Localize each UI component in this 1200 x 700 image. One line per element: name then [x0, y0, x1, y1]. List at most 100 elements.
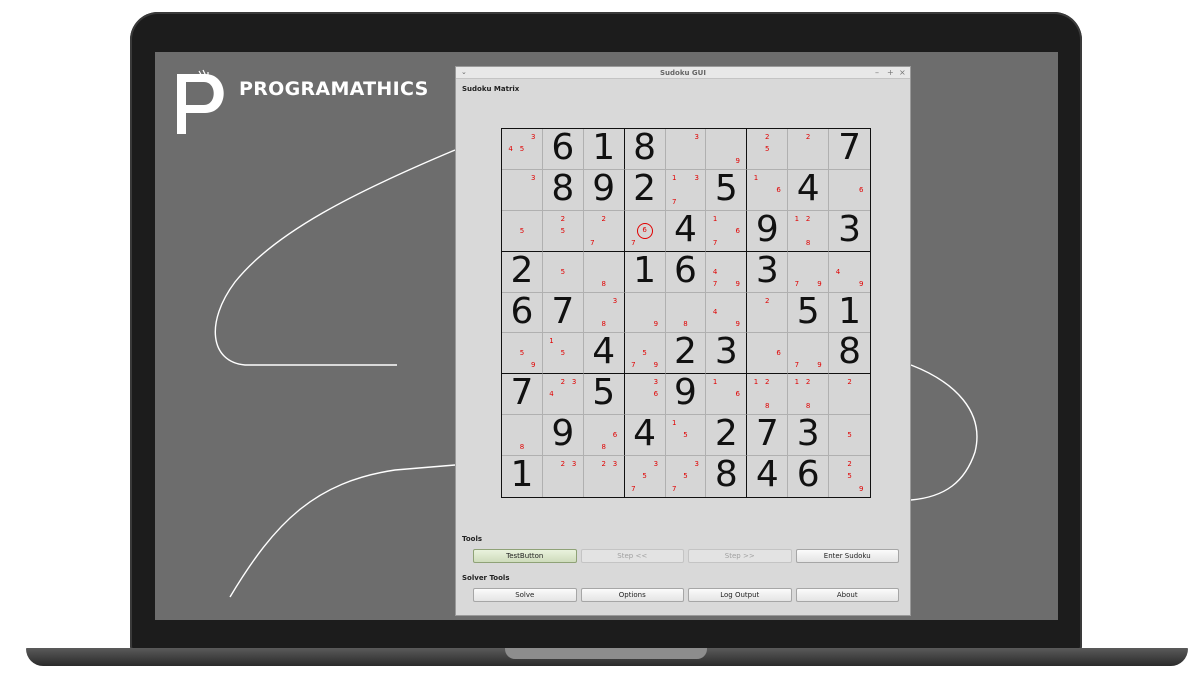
cell-value: 1 [838, 290, 861, 332]
sudoku-cell[interactable]: 16 [747, 169, 789, 211]
sudoku-cell[interactable]: 4 [665, 209, 707, 252]
cell-value: 5 [592, 372, 616, 414]
candidate-notes: 9 [625, 293, 665, 333]
sudoku-cell[interactable]: 1 [624, 250, 666, 293]
sudoku-cell[interactable]: 16 [706, 374, 748, 416]
sudoku-cell[interactable]: 7 [747, 413, 789, 457]
sudoku-cell[interactable]: 5 [542, 251, 584, 293]
sudoku-cell[interactable]: 2 [747, 292, 789, 334]
sudoku-cell[interactable]: 4 [788, 168, 830, 211]
sudoku-cell[interactable]: 68 [583, 415, 625, 457]
sudoku-cell[interactable]: 4 [624, 413, 666, 457]
sudoku-cell[interactable]: 12 8 [788, 374, 830, 416]
solve-button[interactable]: Solve [473, 588, 577, 602]
sudoku-cell[interactable]: 7 [829, 127, 870, 170]
sudoku-cell[interactable]: 6 [829, 170, 870, 211]
sudoku-cell[interactable]: 357 [625, 456, 666, 497]
sudoku-cell[interactable]: 3 [665, 129, 707, 170]
sudoku-cell[interactable]: 1 3 7 [665, 169, 707, 211]
sudoku-cell[interactable]: 1 [502, 454, 543, 497]
sudoku-cell[interactable]: 79 [788, 251, 830, 293]
sudoku-cell[interactable]: 25 [542, 210, 584, 252]
sudoku-cell[interactable]: 3 45 [502, 129, 543, 170]
sudoku-cell[interactable]: 2 [502, 250, 543, 293]
sudoku-cell[interactable]: 36 [624, 374, 666, 416]
sudoku-cell[interactable]: 8 [502, 415, 543, 457]
candidate-digit: 2 [601, 460, 606, 469]
sudoku-cell[interactable]: 9 [665, 372, 707, 416]
sudoku-cell[interactable]: 15 [665, 415, 707, 457]
sudoku-cell[interactable]: 8 [624, 127, 666, 170]
sudoku-cell[interactable]: 5 [502, 210, 543, 252]
sudoku-cell[interactable]: 1 6 7 [706, 210, 748, 252]
close-icon[interactable]: × [899, 68, 906, 77]
sudoku-cell[interactable]: 59 [502, 333, 543, 375]
sudoku-cell[interactable]: 3 [502, 169, 543, 211]
sudoku-cell[interactable]: 1 [583, 127, 625, 170]
window-titlebar[interactable]: ⌄ Sudoku GUI – + × [456, 67, 910, 79]
sudoku-cell[interactable]: 5 [706, 168, 748, 211]
cell-value: 8 [551, 167, 575, 209]
sudoku-cell[interactable]: 4 [747, 454, 789, 497]
sudoku-cell[interactable]: 3 [829, 209, 870, 252]
sudoku-cell[interactable]: 6 [788, 454, 830, 497]
candidate-digit: 5 [683, 431, 688, 440]
sudoku-cell[interactable]: 9 [542, 413, 584, 457]
sudoku-cell[interactable]: 3 [788, 413, 830, 457]
sudoku-cell[interactable]: 49 [706, 292, 748, 334]
sudoku-cell[interactable]: 49 [829, 252, 870, 293]
sudoku-cell[interactable]: 1 [829, 290, 870, 334]
sudoku-cell[interactable]: 12 8 [788, 210, 830, 252]
sudoku-cell[interactable]: 9 [706, 129, 748, 170]
sudoku-cell[interactable]: 8 [542, 167, 584, 211]
step-back-button[interactable]: Step << [580, 549, 684, 563]
sudoku-cell[interactable]: 9 [583, 168, 625, 211]
sudoku-cell[interactable]: 23 [543, 456, 584, 497]
sudoku-cell[interactable]: 2 59 [829, 456, 870, 497]
sudoku-cell[interactable]: 7 [502, 372, 543, 416]
sudoku-cell[interactable]: 9 [624, 292, 666, 334]
step-forward-button[interactable]: Step >> [688, 549, 792, 563]
sudoku-cell[interactable]: 25 [747, 129, 789, 170]
sudoku-cell[interactable]: 6 [542, 127, 584, 170]
sudoku-cell[interactable]: 357 [666, 456, 707, 497]
sudoku-cell[interactable]: 4 [583, 331, 625, 375]
sudoku-cell[interactable]: 27 [583, 210, 625, 252]
sudoku-cell[interactable]: 2 [706, 413, 748, 457]
sudoku-cell[interactable]: 76 [624, 210, 666, 252]
minimize-icon[interactable]: – [875, 68, 879, 77]
sudoku-cell[interactable]: 6 [665, 250, 707, 293]
sudoku-cell[interactable]: 5 [829, 415, 870, 457]
sudoku-cell[interactable]: 23 [584, 456, 625, 497]
enter-sudoku-button[interactable]: Enter Sudoku [795, 549, 899, 563]
candidate-notes: 3 45 [502, 129, 542, 169]
sudoku-cell[interactable]: 2 [829, 374, 870, 416]
maximize-icon[interactable]: + [887, 68, 894, 77]
sudoku-cell[interactable]: 8 [583, 251, 625, 293]
sudoku-cell[interactable]: 5 [788, 291, 830, 334]
sudoku-cell[interactable]: 3 [706, 331, 748, 375]
sudoku-cell[interactable]: 38 [583, 292, 625, 334]
options-button[interactable]: Options [580, 588, 684, 602]
sudoku-cell[interactable]: 23 4 [542, 374, 584, 416]
sudoku-cell[interactable]: 15 [542, 333, 584, 375]
sudoku-cell[interactable]: 2 [788, 129, 830, 170]
sudoku-cell[interactable]: 5 [583, 372, 625, 416]
sudoku-cell[interactable]: 3 [747, 250, 789, 293]
log-output-button[interactable]: Log Output [688, 588, 792, 602]
sudoku-cell[interactable]: 79 [788, 333, 830, 375]
sudoku-cell[interactable]: 57 9 [624, 333, 666, 375]
sudoku-cell[interactable]: 9 [747, 209, 789, 252]
sudoku-cell[interactable]: 6 [502, 291, 543, 334]
sudoku-cell[interactable]: 7 [542, 291, 584, 334]
sudoku-cell[interactable]: 2 [665, 331, 707, 375]
about-button[interactable]: About [795, 588, 899, 602]
sudoku-cell[interactable]: 2 [624, 168, 666, 211]
sudoku-cell[interactable]: 8 [706, 454, 748, 497]
test-button[interactable]: TestButton [473, 549, 577, 563]
sudoku-cell[interactable]: 8 [665, 292, 707, 334]
sudoku-cell[interactable]: 12 8 [747, 374, 789, 416]
sudoku-cell[interactable]: 6 [747, 333, 789, 375]
sudoku-cell[interactable]: 8 [829, 331, 870, 375]
sudoku-cell[interactable]: 4 7 9 [706, 251, 748, 293]
